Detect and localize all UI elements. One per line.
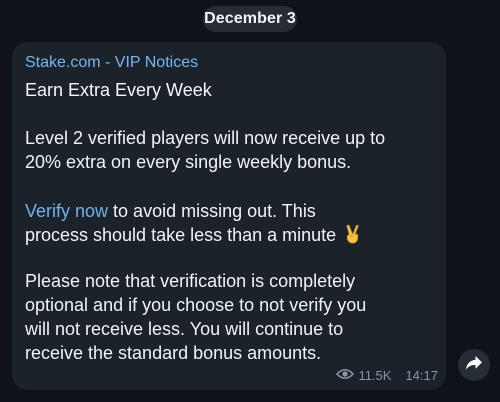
- channel-name[interactable]: Stake.com - VIP Notices: [25, 53, 198, 73]
- victory-hand-icon: [343, 224, 361, 250]
- date-separator: December 3: [203, 6, 297, 32]
- message-paragraph-1: Level 2 verified players will now receiv…: [25, 126, 439, 174]
- paragraph-3-line-3: will not receive less. You will continue…: [25, 319, 344, 339]
- paragraph-1-line-2: 20% extra on every single weekly bonus.: [25, 152, 352, 172]
- share-arrow-icon: [465, 355, 483, 376]
- view-count: 11.5K: [358, 367, 392, 383]
- paragraph-2-line-1-text: to avoid missing out. This: [108, 201, 316, 221]
- message-paragraph-3: Please note that verification is complet…: [25, 269, 439, 365]
- share-button[interactable]: [458, 349, 490, 381]
- message-time: 14:17: [405, 367, 438, 383]
- paragraph-1-line-1: Level 2 verified players will now receiv…: [25, 128, 386, 148]
- paragraph-2-line-2: process should take less than a minute: [25, 225, 342, 245]
- message-meta: 11.5K 14:17: [336, 366, 438, 384]
- verify-now-link[interactable]: Verify now: [25, 201, 108, 221]
- message-title: Earn Extra Every Week: [25, 80, 212, 100]
- paragraph-3-line-4: receive the standard bonus amounts.: [25, 343, 322, 363]
- eye-icon: [336, 368, 355, 383]
- paragraph-3-line-2: optional and if you choose to not verify…: [25, 295, 367, 315]
- message-paragraph-2: Verify now to avoid missing out. This pr…: [25, 199, 439, 250]
- paragraph-3-line-1: Please note that verification is complet…: [25, 271, 356, 291]
- channel-message-bubble[interactable]: Stake.com - VIP Notices Earn Extra Every…: [12, 42, 446, 390]
